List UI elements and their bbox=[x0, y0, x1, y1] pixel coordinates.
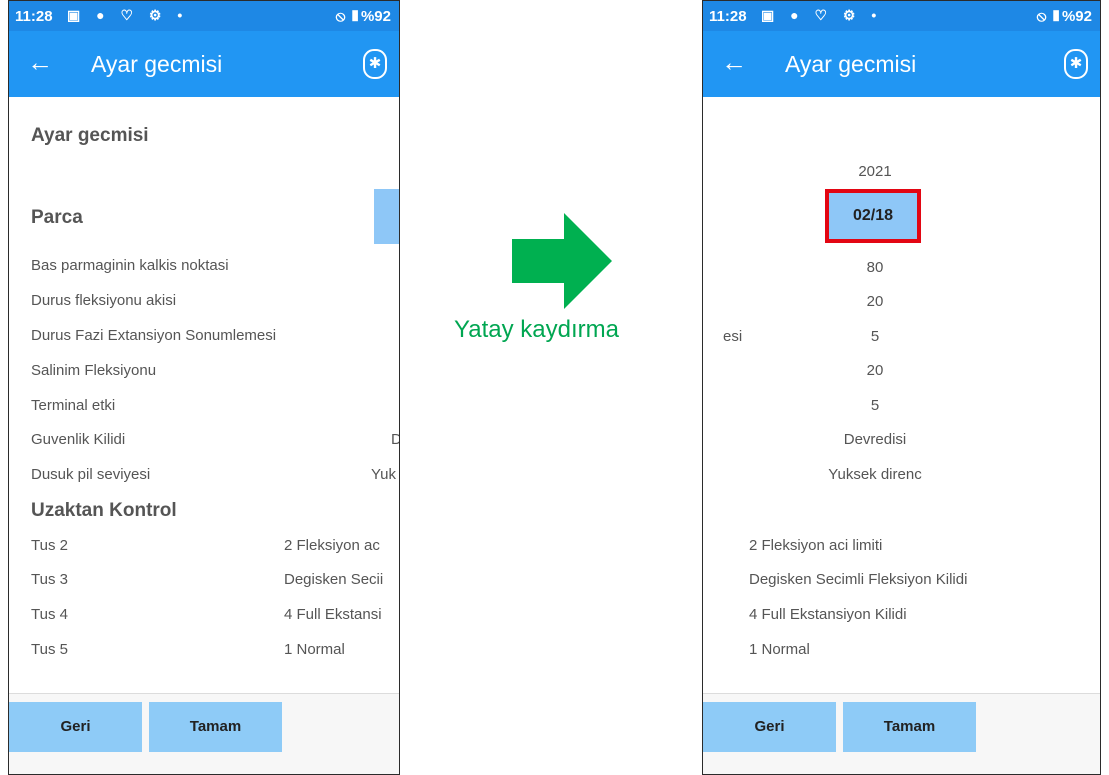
bluetooth-icon[interactable]: ✱ bbox=[363, 49, 387, 79]
remote-control-header: Uzaktan Kontrol bbox=[31, 500, 177, 521]
status-time: 11:28 bbox=[709, 8, 747, 25]
status-bar: 11:28 ▣ ● ♡ ⚙ • ⦸ ▮%92 bbox=[703, 1, 1100, 31]
back-arrow-icon[interactable]: ← bbox=[27, 47, 53, 77]
remote-key-label: Tus 3 bbox=[31, 571, 68, 588]
param-value: D bbox=[391, 431, 399, 448]
param-value: Devredisi bbox=[843, 431, 907, 448]
ok-button[interactable]: Tamam bbox=[843, 702, 976, 752]
section-title: Ayar gecmisi bbox=[31, 125, 149, 146]
param-value: 5 bbox=[870, 397, 880, 414]
remote-key-value: 1 Normal bbox=[749, 641, 810, 658]
remote-key-value: Degisken Secii bbox=[284, 571, 384, 588]
date-cell-partial[interactable] bbox=[374, 189, 399, 244]
history-year: 2021 bbox=[858, 163, 892, 180]
remote-key-label: Tus 2 bbox=[31, 537, 68, 554]
status-time: 11:28 bbox=[15, 8, 53, 25]
back-button[interactable]: Geri bbox=[9, 702, 142, 752]
remote-key-value: 2 Fleksiyon ac bbox=[284, 537, 380, 554]
button-bar: Geri Tamam bbox=[9, 693, 399, 774]
back-arrow-icon[interactable]: ← bbox=[721, 47, 747, 77]
ok-button[interactable]: Tamam bbox=[149, 702, 282, 752]
remote-key-value: 4 Full Ekstansi bbox=[284, 606, 382, 623]
app-bar: ← Ayar gecmisi ✱ bbox=[703, 31, 1100, 97]
param-label: Guvenlik Kilidi bbox=[31, 431, 126, 448]
param-label: Terminal etki bbox=[31, 397, 116, 414]
button-bar: Geri Tamam bbox=[703, 693, 1100, 774]
truncated-label: esi bbox=[723, 328, 743, 345]
param-label: Bas parmaginin kalkis noktasi bbox=[31, 257, 229, 274]
remote-key-value: 1 Normal bbox=[284, 641, 345, 658]
history-date-highlighted[interactable]: 02/18 bbox=[825, 189, 921, 243]
left-phone-screen: 11:28 ▣ ● ♡ ⚙ • ⦸ ▮%92 ← Ayar gecmisi ✱ … bbox=[8, 0, 400, 775]
horizontal-scroll-label: Yatay kaydırma bbox=[454, 316, 619, 343]
remote-key-value: 2 Fleksiyon aci limiti bbox=[749, 537, 883, 554]
param-label: Durus Fazi Extansiyon Sonumlemesi bbox=[31, 327, 277, 344]
bluetooth-icon[interactable]: ✱ bbox=[1064, 49, 1088, 79]
notification-icons: ▣ ● ♡ ⚙ • bbox=[67, 7, 189, 23]
status-bar: 11:28 ▣ ● ♡ ⚙ • ⦸ ▮%92 bbox=[9, 1, 399, 31]
back-button[interactable]: Geri bbox=[703, 702, 836, 752]
page-title: Ayar gecmisi bbox=[91, 51, 223, 77]
remote-key-label: Tus 4 bbox=[31, 606, 68, 623]
battery-indicator: ⦸ ▮%92 bbox=[335, 8, 391, 25]
param-value: Yuksek direnc bbox=[828, 466, 922, 483]
remote-key-value: Degisken Secimli Fleksiyon Kilidi bbox=[749, 571, 968, 588]
notification-icons: ▣ ● ♡ ⚙ • bbox=[761, 7, 883, 23]
param-label: Salinim Fleksiyonu bbox=[31, 362, 157, 379]
param-label: Dusuk pil seviyesi bbox=[31, 466, 151, 483]
remote-key-value: 4 Full Ekstansiyon Kilidi bbox=[749, 606, 907, 623]
right-arrow-icon bbox=[512, 213, 612, 309]
right-phone-screen: 11:28 ▣ ● ♡ ⚙ • ⦸ ▮%92 ← Ayar gecmisi ✱ … bbox=[702, 0, 1101, 775]
battery-indicator: ⦸ ▮%92 bbox=[1036, 8, 1092, 25]
param-value: 80 bbox=[866, 259, 884, 276]
remote-key-label: Tus 5 bbox=[31, 641, 68, 658]
param-label: Durus fleksiyonu akisi bbox=[31, 292, 177, 309]
parca-header: Parca bbox=[31, 207, 83, 228]
app-bar: ← Ayar gecmisi ✱ bbox=[9, 31, 399, 97]
param-value: 20 bbox=[866, 362, 884, 379]
param-value: Yuk bbox=[371, 466, 397, 483]
param-value: 5 bbox=[870, 328, 880, 345]
param-value: 20 bbox=[866, 293, 884, 310]
page-title: Ayar gecmisi bbox=[785, 51, 917, 77]
